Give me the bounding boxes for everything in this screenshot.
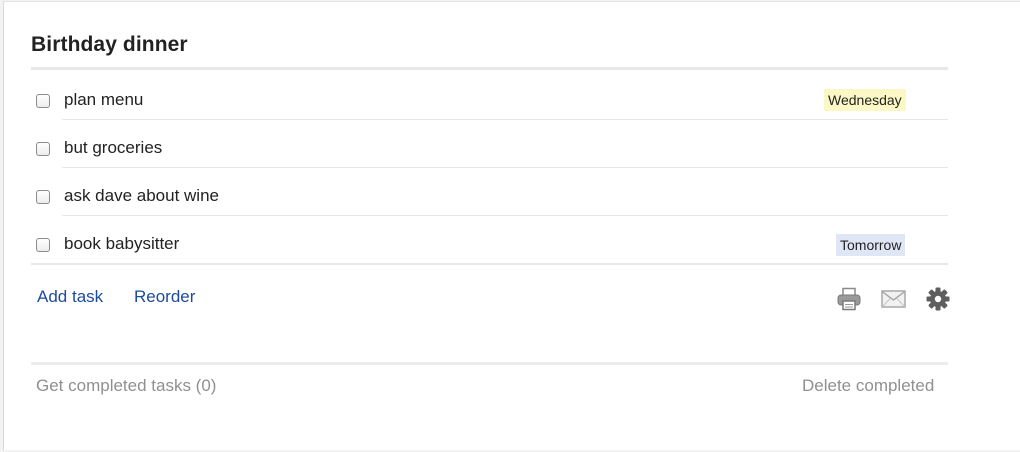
reorder-link[interactable]: Reorder bbox=[134, 287, 195, 307]
footer-divider bbox=[31, 362, 948, 365]
task-row[interactable]: plan menu bbox=[31, 72, 948, 120]
gear-icon[interactable] bbox=[925, 286, 951, 312]
task-checkbox[interactable] bbox=[36, 94, 50, 108]
task-row[interactable]: book babysitter bbox=[31, 216, 948, 264]
task-checkbox[interactable] bbox=[36, 238, 50, 252]
task-row[interactable]: ask dave about wine bbox=[31, 168, 948, 216]
task-text[interactable]: ask dave about wine bbox=[64, 186, 219, 206]
add-task-link[interactable]: Add task bbox=[37, 287, 103, 307]
list-title: Birthday dinner bbox=[31, 33, 188, 56]
due-date-badge[interactable]: Wednesday bbox=[824, 89, 906, 111]
delete-completed-link[interactable]: Delete completed bbox=[802, 376, 934, 396]
email-icon[interactable] bbox=[881, 290, 906, 308]
task-text[interactable]: book babysitter bbox=[64, 234, 179, 254]
task-text[interactable]: plan menu bbox=[64, 90, 143, 110]
task-checkbox[interactable] bbox=[36, 142, 50, 156]
get-completed-tasks-link[interactable]: Get completed tasks (0) bbox=[36, 376, 216, 396]
print-icon[interactable] bbox=[836, 287, 862, 311]
due-date-badge[interactable]: Tomorrow bbox=[836, 234, 906, 256]
task-checkbox[interactable] bbox=[36, 190, 50, 204]
list-bottom-divider bbox=[31, 263, 948, 265]
task-row[interactable]: but groceries bbox=[31, 120, 948, 168]
title-divider bbox=[31, 67, 948, 70]
task-text[interactable]: but groceries bbox=[64, 138, 162, 158]
